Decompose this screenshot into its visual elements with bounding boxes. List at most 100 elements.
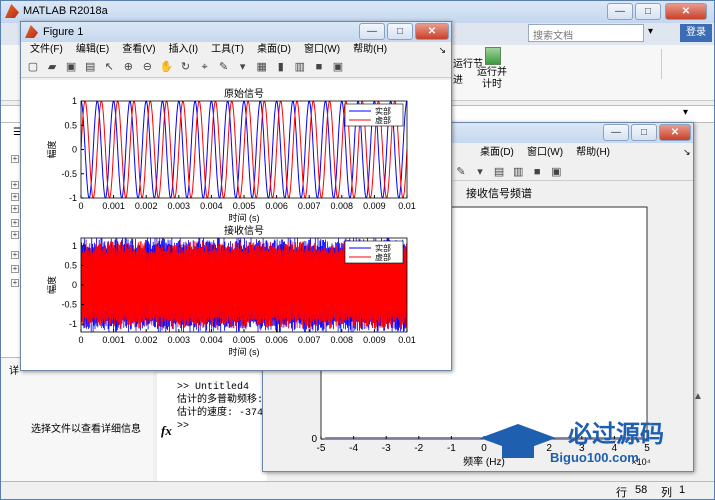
tree-expand-icon[interactable]: + xyxy=(11,193,19,201)
pan-icon[interactable]: ✋ xyxy=(159,60,174,74)
show-tools-icon[interactable]: ▣ xyxy=(549,165,563,179)
new-figure-icon[interactable]: ▢ xyxy=(26,60,40,74)
fig1-close-button[interactable]: ✕ xyxy=(415,23,449,40)
menu-window[interactable]: 窗口(W) xyxy=(299,42,345,58)
x-tick-label: 0.003 xyxy=(168,335,191,345)
command-window[interactable]: fx >> Untitled4 估计的多普勒频移: 估计的速度: -3747 >… xyxy=(157,373,269,481)
scroll-up-icon[interactable]: ▲ xyxy=(693,391,703,402)
x-tick-label: 0.006 xyxy=(265,335,288,345)
x-tick-label: 0.01 xyxy=(398,201,416,211)
command-prompt[interactable]: >> xyxy=(177,420,269,433)
open-file-icon[interactable]: ▰ xyxy=(45,60,59,74)
command-line: >> Untitled4 xyxy=(177,382,250,393)
y-tick-label: 0.5 xyxy=(64,260,77,270)
x-tick-label: 0.001 xyxy=(102,335,125,345)
tree-expand-icon[interactable]: + xyxy=(11,279,19,287)
legend-entry: 虚部 xyxy=(375,252,391,262)
y-tick-label: -0.5 xyxy=(61,169,77,179)
matlab-titlebar: MATLAB R2018a — □ ✕ xyxy=(1,1,714,23)
app-title: MATLAB R2018a xyxy=(23,5,108,17)
legend-icon[interactable]: ▥ xyxy=(511,165,525,179)
menu-edit[interactable]: 编辑(E) xyxy=(71,42,114,58)
figure-1-titlebar: Figure 1 — □ ✕ xyxy=(21,22,451,42)
brush-icon[interactable]: ✎ xyxy=(454,165,468,179)
menu-desktop[interactable]: 桌面(D) xyxy=(252,42,296,58)
dropdown-icon[interactable]: ▾ xyxy=(473,165,487,179)
menu-tools[interactable]: 工具(T) xyxy=(206,42,249,58)
x-tick-label: 0.002 xyxy=(135,201,158,211)
run-and-time-label[interactable]: 运行并 计时 xyxy=(477,67,507,91)
colorbar-icon[interactable]: ▮ xyxy=(274,60,288,74)
pointer-icon[interactable]: ↖ xyxy=(102,60,116,74)
fig2-menu-window[interactable]: 窗口(W) xyxy=(522,145,568,161)
menu-file[interactable]: 文件(F) xyxy=(25,42,68,58)
figure-1-title: Figure 1 xyxy=(43,26,84,38)
legend-entry: 虚部 xyxy=(375,115,391,125)
x-tick-label: 0 xyxy=(78,335,83,345)
watermark-main-text: 必过源码 xyxy=(568,421,664,448)
link-plot-icon[interactable]: ▦ xyxy=(255,60,269,74)
tree-expand-icon[interactable]: + xyxy=(11,205,19,213)
legend-entry: 实部 xyxy=(375,243,391,253)
fig2-menu-help[interactable]: 帮助(H) xyxy=(571,145,615,161)
tree-expand-icon[interactable]: + xyxy=(11,265,19,273)
login-button[interactable]: 登录 xyxy=(680,24,712,42)
tree-expand-icon[interactable]: + xyxy=(11,181,19,189)
fig2-maximize-button[interactable]: □ xyxy=(631,124,657,141)
figure-1-canvas: 原始信号 0 0.001 0.002 0.003 0.004 0.005 0.006 0.007… xyxy=(21,80,451,370)
watermark-logo: 必过源码 Biguo100.com xyxy=(480,421,664,465)
legend-icon[interactable]: ▥ xyxy=(293,60,307,74)
figure-1-plots[interactable]: 原始信号 0 0.001 0.002 0.003 0.004 0.005 0.006 0.007… xyxy=(21,80,451,370)
fig2-pin-icon[interactable]: ↘ xyxy=(683,147,691,158)
fig2-minimize-button[interactable]: — xyxy=(603,124,629,141)
plot-legend: 实部虚部 xyxy=(344,240,404,264)
legend-box xyxy=(344,240,404,264)
show-tools-icon[interactable]: ▣ xyxy=(331,60,345,74)
y-tick-label: 0.5 xyxy=(64,120,77,130)
tree-expand-icon[interactable]: + xyxy=(11,231,19,239)
run-and-time-icon[interactable] xyxy=(485,47,501,65)
col-value: 1 xyxy=(679,484,686,496)
print-icon[interactable]: ▤ xyxy=(492,165,506,179)
fig1-menubar: 文件(F) 编辑(E) 查看(V) 插入(I) 工具(T) 桌面(D) 窗口(W… xyxy=(21,42,451,58)
maximize-button[interactable]: □ xyxy=(635,3,661,20)
search-dropdown-icon[interactable]: ▾ xyxy=(648,26,653,37)
hide-tools-icon[interactable]: ■ xyxy=(312,60,326,74)
menu-view[interactable]: 查看(V) xyxy=(117,42,160,58)
hide-tools-icon[interactable]: ■ xyxy=(530,165,544,179)
fig1-maximize-button[interactable]: □ xyxy=(387,23,413,40)
search-input[interactable]: 搜索文档 xyxy=(528,24,644,42)
y-axis-label: 幅度 xyxy=(46,140,57,158)
data-cursor-icon[interactable]: ⌖ xyxy=(198,60,212,74)
details-label: 详 xyxy=(9,366,19,377)
save-icon[interactable]: ▣ xyxy=(64,60,78,74)
fig2-close-button[interactable]: ✕ xyxy=(659,124,691,141)
menu-insert[interactable]: 插入(I) xyxy=(164,42,203,58)
tree-expand-icon[interactable]: + xyxy=(11,219,19,227)
x-axis-label: 时间 (s) xyxy=(229,212,260,223)
menu-help[interactable]: 帮助(H) xyxy=(348,42,392,58)
fig1-pin-icon[interactable]: ↘ xyxy=(433,42,451,58)
minimize-button[interactable]: — xyxy=(607,3,633,20)
fig2-toolbar: ✎ ▾ ▤ ▥ ■ ▣ xyxy=(453,163,693,181)
fig2-menu-desktop[interactable]: 桌面(D) xyxy=(475,145,519,161)
zoom-in-icon[interactable]: ⊕ xyxy=(121,60,135,74)
zoom-out-icon[interactable]: ⊖ xyxy=(140,60,154,74)
path-dropdown-icon[interactable]: ▾ xyxy=(683,107,688,118)
x-tick-label: -2 xyxy=(414,443,423,454)
watermark-sub-text: Biguo100.com xyxy=(550,450,639,465)
y-tick-label: -1 xyxy=(69,193,77,203)
x-tick-label: 0.008 xyxy=(331,335,354,345)
plot-legend: 实部虚部 xyxy=(344,103,404,127)
close-button[interactable]: ✕ xyxy=(665,3,707,20)
fig1-minimize-button[interactable]: — xyxy=(359,23,385,40)
print-icon[interactable]: ▤ xyxy=(83,60,97,74)
dropdown-icon[interactable]: ▾ xyxy=(236,60,250,74)
tree-expand-icon[interactable]: + xyxy=(11,155,19,163)
tree-expand-icon[interactable]: + xyxy=(11,251,19,259)
rotate-icon[interactable]: ↻ xyxy=(179,60,193,74)
x-tick-label: 0.006 xyxy=(265,201,288,211)
x-tick-label: -4 xyxy=(349,443,358,454)
brush-icon[interactable]: ✎ xyxy=(217,60,231,74)
col-label: 列 xyxy=(661,487,672,499)
